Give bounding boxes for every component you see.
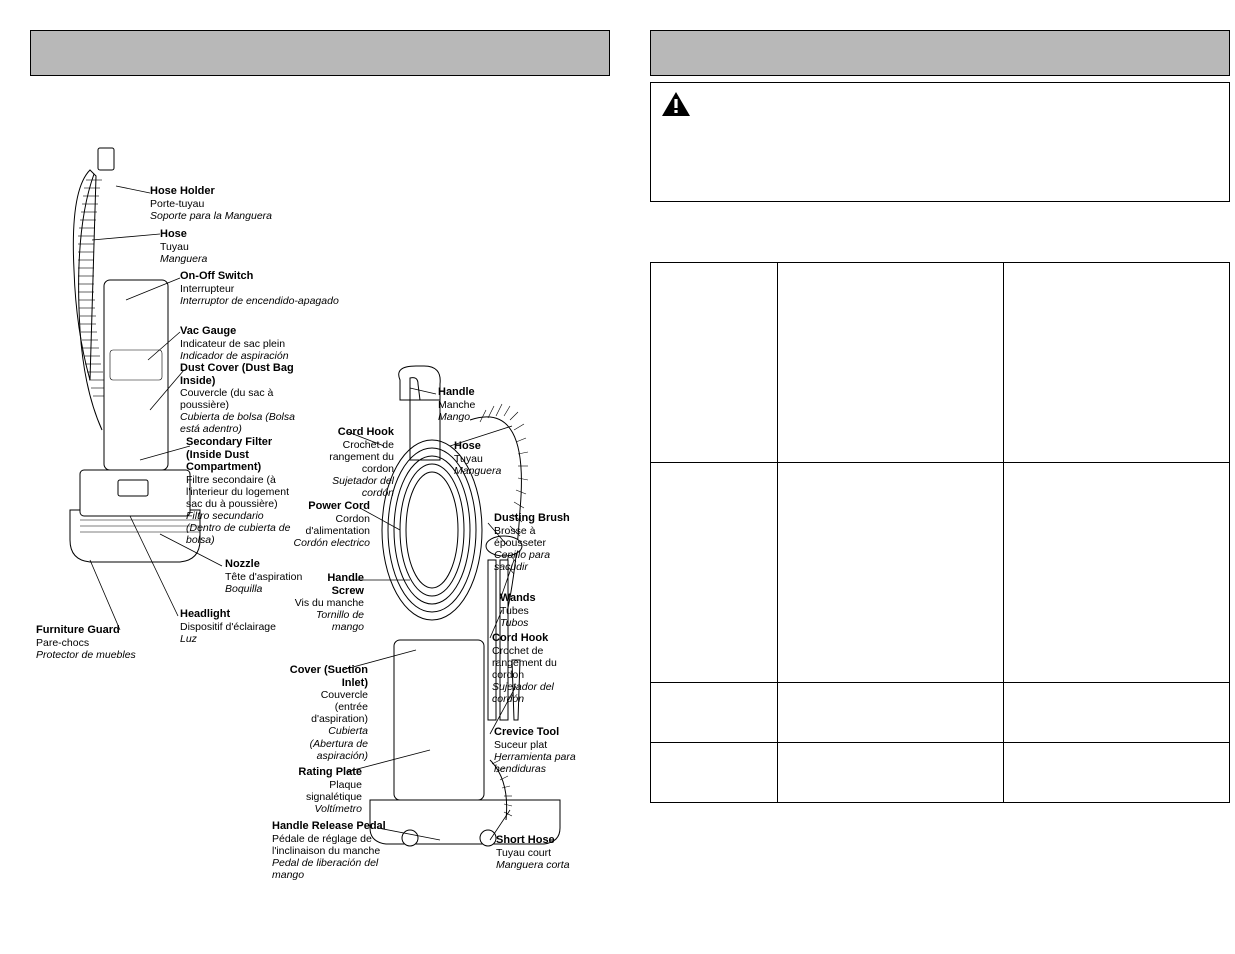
label-cord-hook: Cord Hook Crochet de rangement du cordon… bbox=[324, 426, 394, 499]
warning-icon bbox=[661, 91, 691, 117]
label-cover-inlet: Cover (Suction Inlet) Couvercle (entrée … bbox=[288, 664, 368, 762]
label-secondary-filter: Secondary Filter (Inside Dust Compartmen… bbox=[186, 436, 296, 546]
label-short-hose: Short Hose Tuyau court Manguera corta bbox=[496, 834, 570, 871]
label-hose-holder: Hose Holder Porte-tuyau Soporte para la … bbox=[150, 185, 272, 222]
label-hose: Hose Tuyau Manguera bbox=[160, 228, 207, 265]
left-page bbox=[30, 30, 610, 82]
label-nozzle: Nozzle Tête d'aspiration Boquilla bbox=[225, 558, 302, 595]
label-cord-hook2: Cord Hook Crochet de rangement du cordon… bbox=[492, 632, 572, 705]
label-crevice-tool: Crevice Tool Suceur plat Herramienta par… bbox=[494, 726, 604, 775]
label-power-cord: Power Cord Cordon d'alimentation Cordón … bbox=[290, 500, 370, 549]
label-wands: Wands Tubes Tubos bbox=[500, 592, 536, 629]
label-handle-release: Handle Release Pedal Pédale de réglage d… bbox=[272, 820, 412, 881]
label-rating-plate: Rating Plate Plaque signalétique Voltíme… bbox=[282, 766, 362, 815]
table-row bbox=[651, 463, 1230, 683]
label-hose2: Hose Tuyau Manguera bbox=[454, 440, 501, 477]
parts-diagram: Hose Holder Porte-tuyau Soporte para la … bbox=[30, 130, 610, 930]
warning-box bbox=[650, 82, 1230, 202]
info-table bbox=[650, 262, 1230, 803]
label-dust-cover: Dust Cover (Dust Bag Inside) Couvercle (… bbox=[180, 362, 300, 436]
right-page bbox=[650, 30, 1230, 803]
table-row bbox=[651, 683, 1230, 743]
label-dusting-brush: Dusting Brush Brosse à épousseter Cepill… bbox=[494, 512, 584, 573]
label-on-off: On-Off Switch Interrupteur Interruptor d… bbox=[180, 270, 339, 307]
label-furniture-guard: Furniture Guard Pare-chocs Protector de … bbox=[36, 624, 136, 661]
table-row bbox=[651, 743, 1230, 803]
label-vac-gauge: Vac Gauge Indicateur de sac plein Indica… bbox=[180, 325, 289, 362]
left-banner bbox=[30, 30, 610, 76]
label-handle: Handle Manche Mango bbox=[438, 386, 475, 423]
label-headlight: Headlight Dispositif d'éclairage Luz bbox=[180, 608, 276, 645]
label-handle-screw: Handle Screw Vis du manche Tornillo de m… bbox=[294, 572, 364, 633]
table-row bbox=[651, 263, 1230, 463]
right-banner bbox=[650, 30, 1230, 76]
